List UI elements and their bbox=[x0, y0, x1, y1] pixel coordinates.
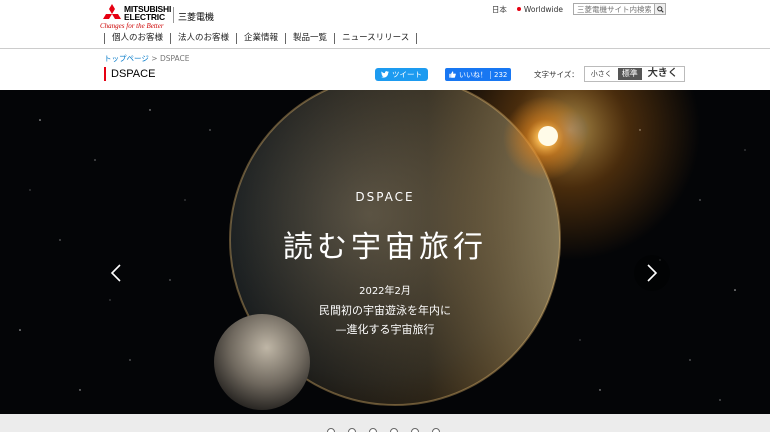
logo-divider bbox=[173, 7, 174, 23]
nav-corporate[interactable]: 企業情報 bbox=[236, 33, 285, 44]
nav-personal[interactable]: 個人のお客様 bbox=[104, 33, 170, 44]
hero-slider: DSPACE 読む宇宙旅行 2022年2月 民間初の宇宙遊泳を年内に —進化する… bbox=[0, 90, 770, 414]
hero-caption-line1: 民間初の宇宙遊泳を年内に bbox=[319, 304, 451, 317]
slider-dot[interactable] bbox=[432, 428, 440, 432]
thumbs-up-icon bbox=[449, 71, 456, 78]
nav-news[interactable]: ニュースリリース bbox=[334, 33, 418, 44]
slider-pagination bbox=[327, 428, 440, 432]
search-button[interactable] bbox=[654, 4, 665, 14]
like-label: いいね！ bbox=[459, 70, 487, 79]
site-header: MITSUBISHI ELECTRIC Changes for the Bett… bbox=[0, 0, 770, 48]
slider-dot[interactable] bbox=[348, 428, 356, 432]
slider-dot[interactable] bbox=[327, 428, 335, 432]
bullet-icon bbox=[516, 7, 521, 11]
slider-prev-button[interactable] bbox=[98, 255, 134, 291]
breadcrumb-separator: > bbox=[151, 54, 158, 63]
twitter-bird-icon bbox=[381, 71, 389, 78]
brand-name-jp: 三菱電機 bbox=[178, 13, 215, 23]
font-size-large-button[interactable]: 大きく bbox=[644, 68, 682, 80]
slider-dot[interactable] bbox=[369, 428, 377, 432]
brand-tagline: Changes for the Better bbox=[100, 22, 164, 30]
hero-caption-line2: —進化する宇宙旅行 bbox=[335, 323, 435, 336]
brand-name: MITSUBISHI ELECTRIC bbox=[124, 4, 172, 22]
mitsubishi-logo-icon[interactable] bbox=[100, 4, 124, 24]
slider-next-button[interactable] bbox=[634, 255, 670, 291]
chevron-right-icon bbox=[647, 264, 658, 282]
global-nav: 個人のお客様 法人のお客様 企業情報 製品一覧 ニュースリリース bbox=[104, 33, 418, 44]
slider-dot[interactable] bbox=[411, 428, 419, 432]
site-search bbox=[573, 3, 666, 15]
lang-japan-link[interactable]: 日本 bbox=[492, 4, 507, 15]
hero-eyebrow: DSPACE bbox=[355, 190, 415, 204]
font-size-label: 文字サイズ： bbox=[534, 69, 579, 79]
nav-products[interactable]: 製品一覧 bbox=[285, 33, 334, 44]
breadcrumb-current: DSPACE bbox=[159, 54, 190, 63]
font-size-options: 小さく 標準 大きく bbox=[583, 66, 685, 82]
utility-nav: 日本 Worldwide bbox=[492, 3, 666, 15]
facebook-like-button[interactable]: いいね！ 232 bbox=[445, 68, 512, 81]
nav-business[interactable]: 法人のお客様 bbox=[170, 33, 236, 44]
font-size-control: 文字サイズ： 小さく 標準 大きく bbox=[534, 66, 685, 82]
breadcrumb: トップページ > DSPACE bbox=[104, 53, 190, 64]
font-size-small-button[interactable]: 小さく bbox=[587, 68, 616, 80]
slider-dot[interactable] bbox=[390, 428, 398, 432]
worldwide-link[interactable]: Worldwide bbox=[516, 4, 563, 14]
page-title: DSPACE bbox=[104, 67, 155, 81]
breadcrumb-home[interactable]: トップページ bbox=[104, 54, 149, 63]
like-count: 232 bbox=[490, 70, 507, 79]
chevron-left-icon bbox=[110, 264, 121, 282]
font-size-standard-button[interactable]: 標準 bbox=[617, 68, 642, 80]
tweet-button[interactable]: ツイート bbox=[375, 68, 428, 81]
header-divider bbox=[0, 48, 770, 49]
tweet-label: ツイート bbox=[392, 70, 422, 79]
worldwide-label: Worldwide bbox=[523, 4, 563, 14]
search-icon bbox=[656, 5, 664, 13]
search-input[interactable] bbox=[574, 4, 654, 14]
